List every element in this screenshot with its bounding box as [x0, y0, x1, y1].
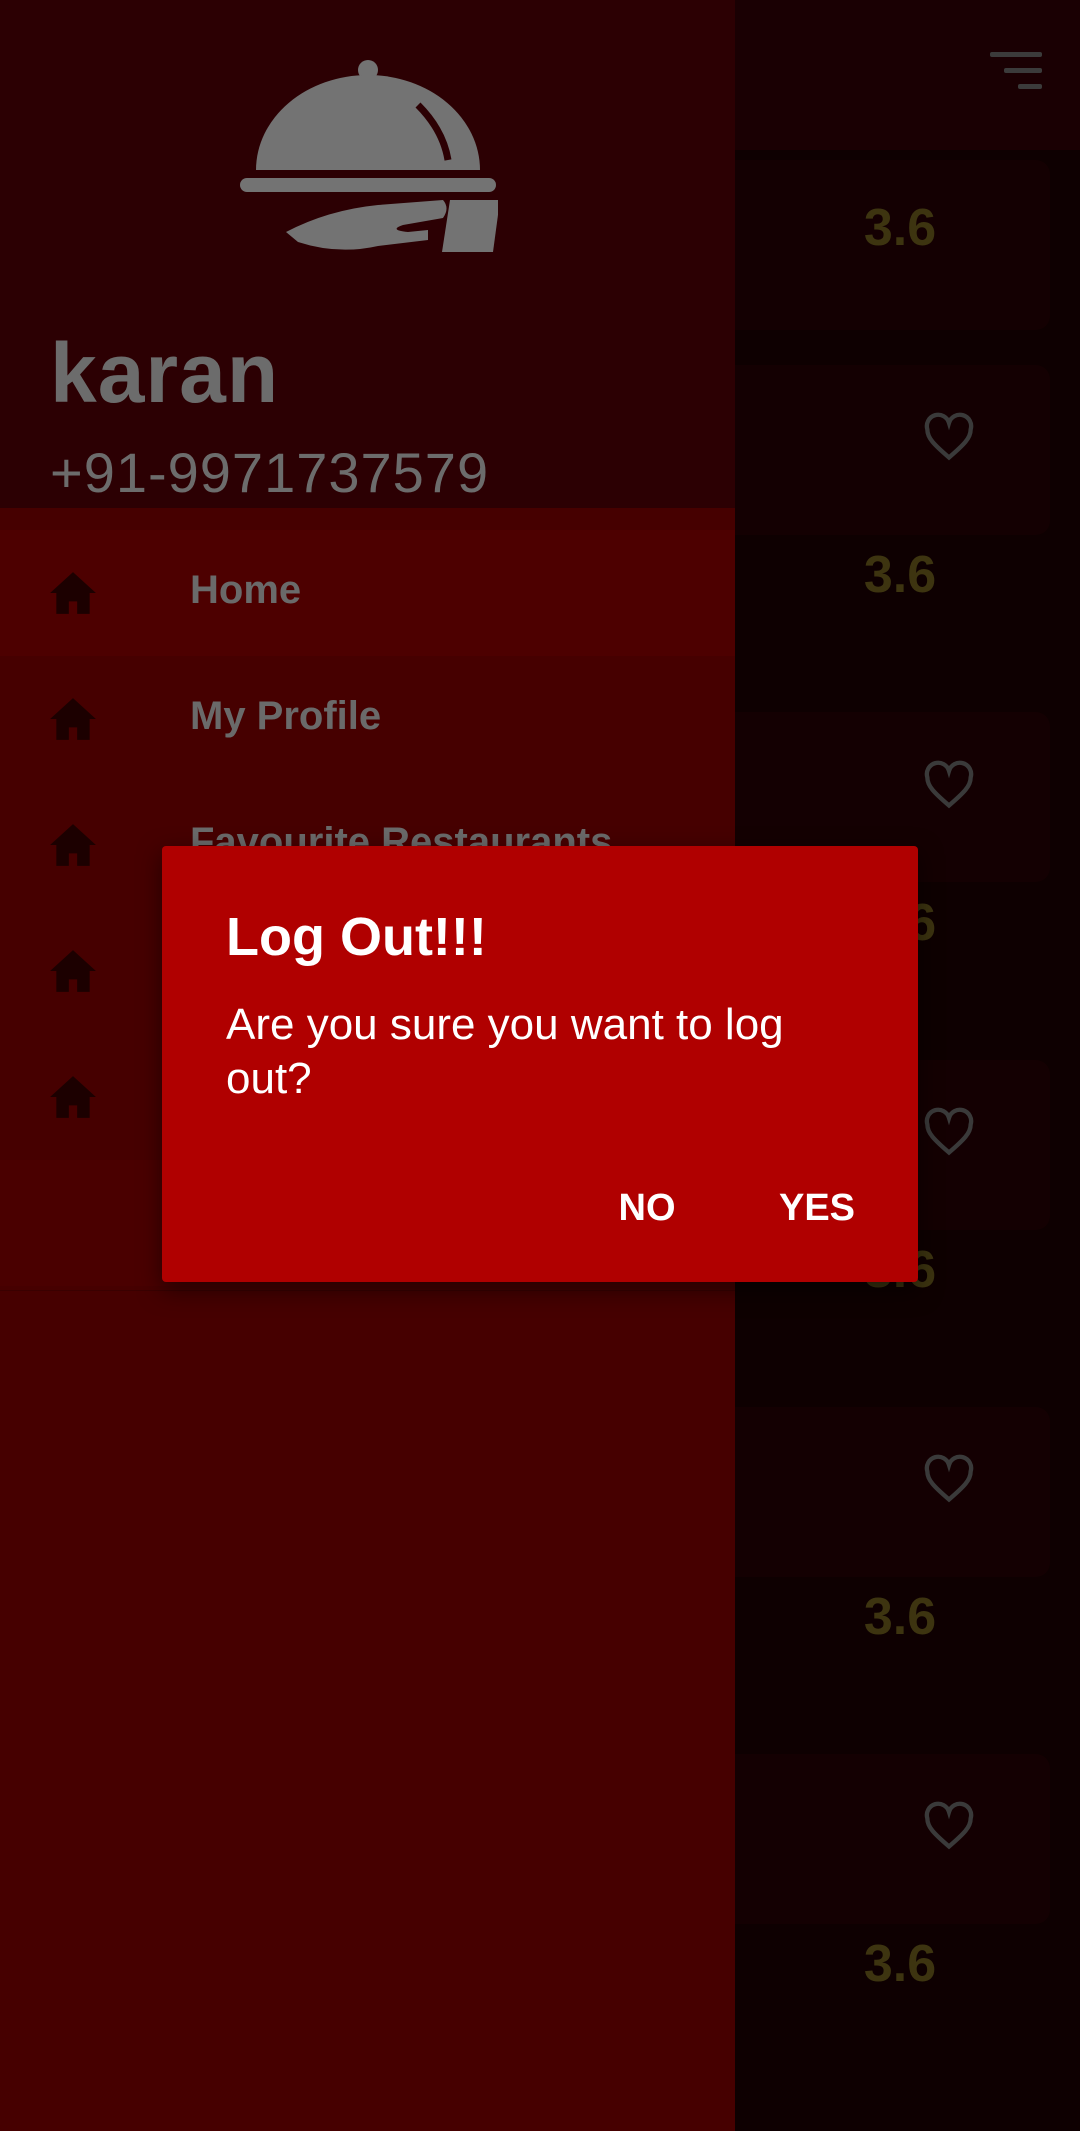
dialog-message: Are you sure you want to log out? [226, 1000, 784, 1103]
menu-item-label: Home [190, 568, 302, 612]
rating-text: 3.6 [863, 1935, 937, 1993]
menu-item-home[interactable]: Home [0, 530, 735, 656]
menu-item-label: My Profile [190, 694, 382, 738]
food-tray-logo-icon [240, 60, 498, 252]
home-icon [50, 824, 96, 866]
user-name: karan [50, 326, 280, 420]
favourite-heart-icon[interactable] [920, 1454, 978, 1506]
divider [0, 1290, 735, 1291]
filter-sort-icon[interactable] [990, 52, 1042, 92]
favourite-heart-icon[interactable] [920, 1801, 978, 1853]
restaurant-card[interactable] [735, 1407, 1050, 1577]
favourite-heart-icon[interactable] [920, 760, 978, 812]
rating-text: 3.6 [863, 1588, 937, 1646]
home-icon [50, 950, 96, 992]
drawer-header: karan +91-9971737579 [0, 0, 735, 508]
user-phone: +91-9971737579 [50, 441, 490, 504]
no-button[interactable]: NO [592, 1178, 702, 1238]
rating-text: 3.6 [863, 546, 937, 604]
favourite-heart-icon[interactable] [920, 1107, 978, 1159]
restaurant-card[interactable] [735, 365, 1050, 535]
restaurant-card[interactable] [735, 1754, 1050, 1924]
menu-item-my-profile[interactable]: My Profile [0, 656, 735, 782]
home-icon [50, 1076, 96, 1118]
rating-text: 3.6 [863, 199, 937, 257]
home-icon [50, 572, 96, 614]
home-icon [50, 698, 96, 740]
logout-dialog: Log Out!!! Are you sure you want to log … [162, 846, 918, 1282]
yes-button[interactable]: YES [752, 1178, 882, 1238]
dialog-title: Log Out!!! [226, 907, 487, 967]
favourite-heart-icon[interactable] [920, 412, 978, 464]
